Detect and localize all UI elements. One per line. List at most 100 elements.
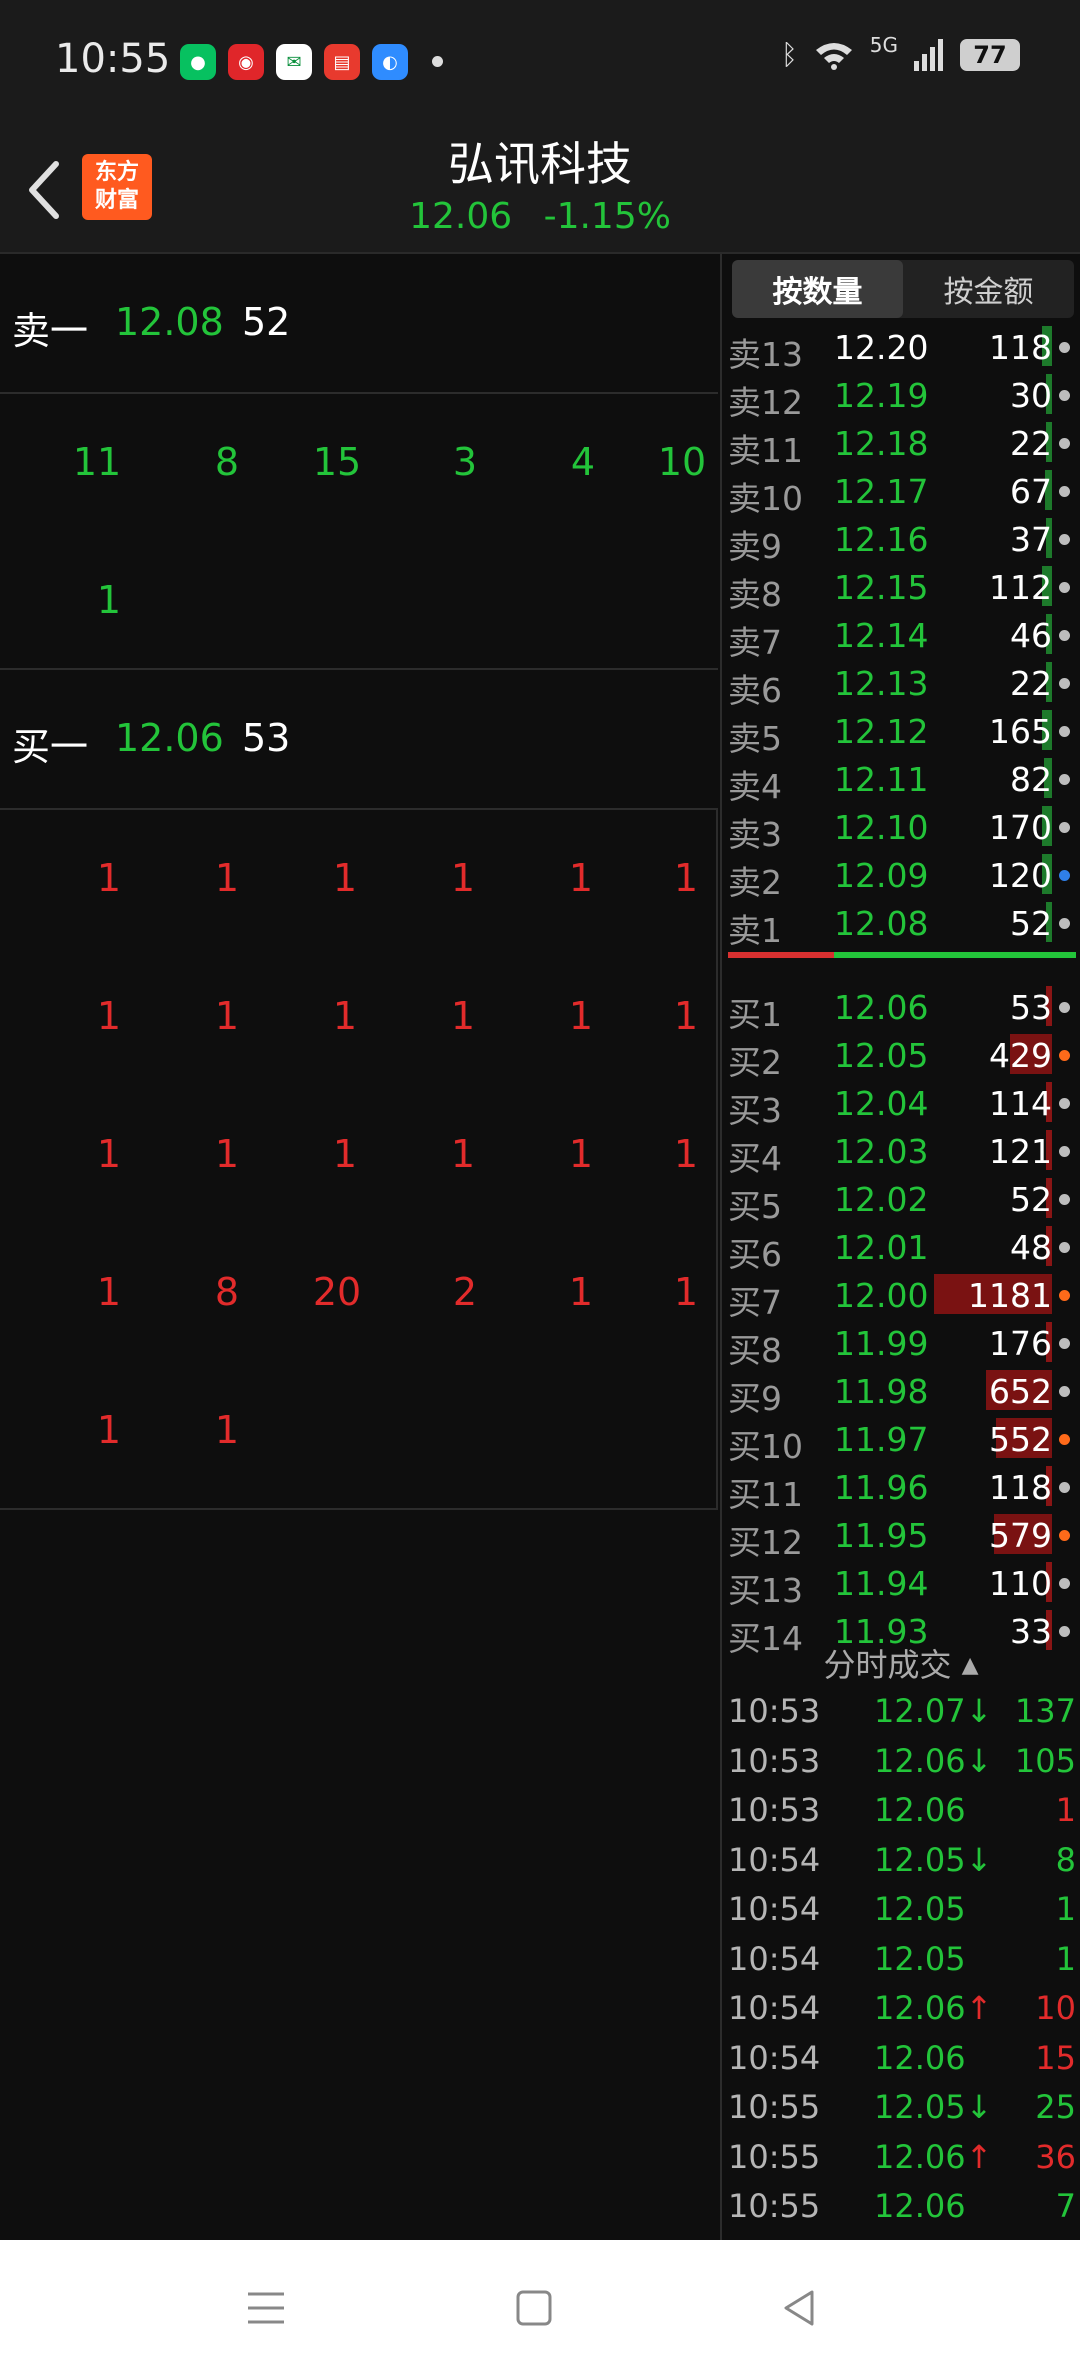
trade-volume: 8: [1055, 1840, 1076, 1879]
buy-level-price: 11.98: [834, 1372, 929, 1411]
sell-level-row: 卖9 12.16 37: [722, 516, 1080, 566]
trade-price: 12.06: [874, 1791, 966, 1829]
trade-volume: 137: [1014, 1692, 1076, 1730]
buy-level-price: 12.06: [834, 988, 929, 1027]
sell-level-volume: 82: [1010, 760, 1052, 799]
tab-by-amount[interactable]: 按金额: [903, 260, 1074, 318]
sell-level-volume: 112: [989, 568, 1052, 607]
queue-cell: 11: [72, 440, 122, 484]
buy1-price: 12.06: [115, 716, 224, 760]
home-icon[interactable]: [510, 2284, 558, 2332]
trade-price: 12.05↓: [874, 2088, 993, 2126]
trade-time: 10:54: [728, 1989, 821, 2027]
queue-cell: 1: [673, 1132, 699, 1176]
buy-level-volume: 114: [989, 1084, 1052, 1123]
sell-level-dot: [1059, 774, 1070, 785]
sell-level-row: 卖2 12.09 120: [722, 852, 1080, 902]
sell-level-dot: [1059, 438, 1070, 449]
buy-level-row: 买4 12.03 121: [722, 1128, 1080, 1178]
trade-price: 12.06↓: [874, 1741, 993, 1780]
queue-cell: 8: [214, 1270, 240, 1314]
buy-level-label: 买1: [728, 995, 782, 1034]
queue-cell: 1: [214, 856, 240, 900]
buy-level-volume: 176: [989, 1324, 1052, 1363]
buy-level-volume: 121: [989, 1132, 1052, 1171]
queue-cell: 8: [214, 440, 240, 484]
trade-price: 12.06↑: [874, 2137, 993, 2176]
order-queue-panel: 卖一 12.08 52 11 8 15 3 4 10 1 买一 12.06 53…: [0, 254, 718, 1510]
sell-level-volume: 22: [1010, 424, 1052, 463]
buy-level-row: 买6 12.01 48: [722, 1224, 1080, 1274]
sell-level-row: 卖7 12.14 46: [722, 612, 1080, 662]
queue-cell: 1: [96, 1132, 122, 1176]
buy-level-volume: 110: [989, 1564, 1052, 1603]
status-bar: 10:55 ● ◉ ✉ ▤ ◐ ᛒ 5G 77: [0, 0, 1080, 128]
queue-cell: 1: [96, 856, 122, 900]
sell1-price: 12.08: [115, 300, 224, 344]
trade-price: 12.06: [874, 2038, 966, 2077]
sell-level-volume: 46: [1010, 616, 1052, 655]
tab-by-quantity[interactable]: 按数量: [732, 260, 903, 318]
buy-level-row: 买13 11.94 110: [722, 1560, 1080, 1610]
sell-level-dot: [1059, 342, 1070, 353]
trade-list[interactable]: 10:53 12.07↓ 137 10:53 12.06↓ 105 10:53 12.06 1 1…: [722, 1686, 1080, 2231]
trade-row: 10:55 12.06↑ 36: [722, 2132, 1080, 2182]
sell-level-label: 卖12: [728, 383, 803, 422]
buy-level-row: 买11 11.96 118: [722, 1464, 1080, 1514]
buy-level-price: 12.03: [834, 1132, 929, 1171]
queue-cell: 1: [450, 856, 476, 900]
notification-icons: ● ◉ ✉ ▤ ◐: [180, 44, 408, 80]
trade-price: 12.05: [874, 1939, 966, 1978]
trade-time: 10:54: [728, 1939, 821, 1978]
buy-level-volume: 48: [1010, 1228, 1052, 1267]
queue-cell: 15: [312, 440, 362, 484]
buy-level-row: 买9 11.98 652: [722, 1368, 1080, 1418]
buy-level-price: 12.01: [834, 1228, 929, 1267]
buy-level-dot: [1059, 1626, 1070, 1637]
buy-level-label: 买5: [728, 1187, 782, 1226]
sell-level-price: 12.11: [834, 760, 929, 799]
sell1-row: 卖一 12.08 52: [0, 254, 718, 394]
queue-cell: 1: [332, 856, 358, 900]
buy-level-row: 买7 12.00 1181: [722, 1272, 1080, 1322]
system-nav-bar: [0, 2240, 1080, 2376]
buy-level-dot: [1059, 1578, 1070, 1589]
buy-level-price: 11.95: [834, 1516, 929, 1555]
trade-volume: 36: [1035, 2137, 1076, 2176]
buy-level-row: 买8 11.99 176: [722, 1320, 1080, 1370]
order-book[interactable]: 卖13 12.20 118 卖12 12.19 30 卖11 12.18 22 卖10 12.17 6…: [722, 324, 1080, 1658]
buy1-volume: 53: [242, 716, 291, 760]
sell-level-label: 卖1: [728, 911, 782, 950]
trade-volume: 1: [1055, 1791, 1076, 1829]
sell-level-row: 卖6 12.13 22: [722, 660, 1080, 710]
menu-icon[interactable]: [242, 2284, 290, 2332]
buy-level-volume: 429: [989, 1036, 1052, 1075]
trade-volume: 1: [1055, 1890, 1076, 1928]
buy-level-volume: 53: [1010, 988, 1052, 1027]
sell-level-price: 12.13: [834, 664, 929, 703]
trade-volume: 7: [1055, 2187, 1076, 2225]
china-post-icon: ✉: [276, 44, 312, 80]
status-indicators: ᛒ 5G 77: [780, 33, 1020, 71]
sell-level-row: 卖3 12.10 170: [722, 804, 1080, 854]
buy-level-dot: [1059, 1338, 1070, 1349]
sell-level-dot: [1059, 486, 1070, 497]
back-icon[interactable]: [776, 2284, 824, 2332]
queue-cell: 4: [570, 440, 596, 484]
toutiao-icon: ▤: [324, 44, 360, 80]
buy-level-row: 买10 11.97 552: [722, 1416, 1080, 1466]
bluetooth-icon: ᛒ: [780, 38, 798, 71]
buy-level-dot: [1059, 1482, 1070, 1493]
buy1-row: 买一 12.06 53: [0, 670, 718, 810]
stock-name: 弘讯科技: [448, 137, 632, 191]
sell-level-dot: [1059, 390, 1070, 401]
sell-level-row: 卖1 12.08 52: [722, 900, 1080, 950]
sell-level-price: 12.17: [834, 472, 929, 511]
queue-cell: 1: [568, 1270, 594, 1314]
trades-title-text: 分时成交: [823, 1646, 952, 1684]
buy-level-label: 买11: [728, 1475, 803, 1514]
sell-level-dot: [1059, 534, 1070, 545]
queue-cell: 1: [96, 1408, 122, 1452]
sell-level-price: 12.14: [834, 616, 929, 655]
signal-icon: 5G: [869, 32, 898, 57]
